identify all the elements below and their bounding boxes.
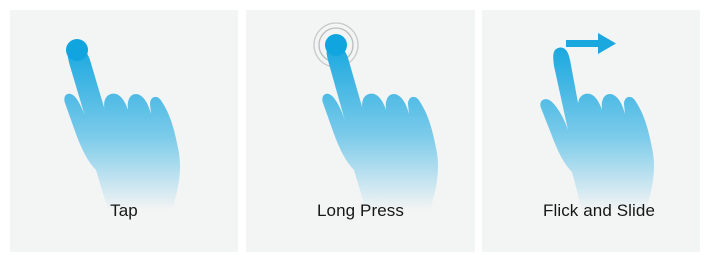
flick-slide-panel: Flick and Slide <box>482 10 700 252</box>
long-press-panel: Long Press <box>246 10 475 252</box>
gesture-label-tap: Tap <box>110 201 138 220</box>
touch-point-icon <box>325 34 347 56</box>
swipe-arrow-icon <box>566 33 616 54</box>
tap-panel: Tap <box>10 10 238 252</box>
hand-shape <box>322 45 438 210</box>
gesture-label-long-press: Long Press <box>317 201 404 220</box>
gesture-label-flick-and-slide: Flick and Slide <box>542 201 656 220</box>
hand-shape <box>540 47 654 210</box>
hand-shape <box>64 47 180 210</box>
touch-point-icon <box>66 39 88 61</box>
